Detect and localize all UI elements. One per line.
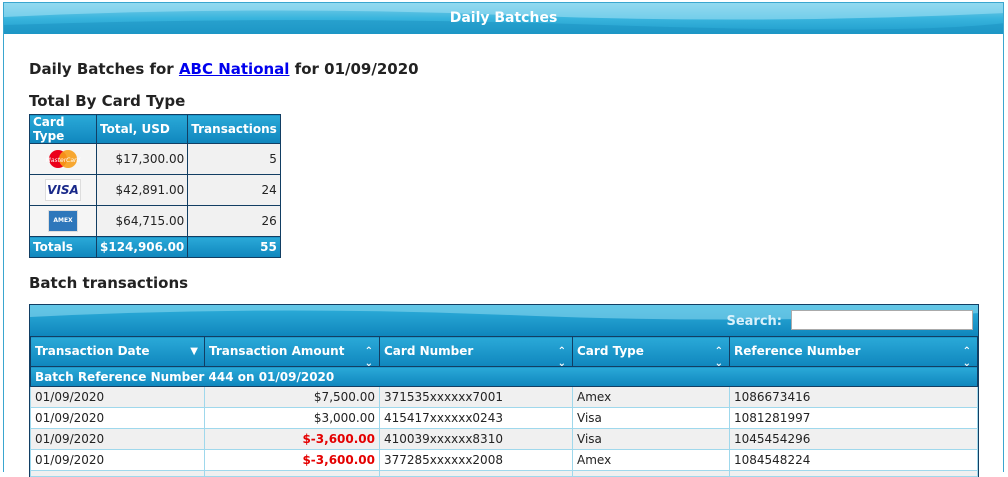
batch-header-row: Transaction Date ▼ Transaction Amount ⌃ ⌄… — [30, 336, 978, 369]
batch-title: Batch transactions — [29, 274, 189, 292]
totals-grand-total: $124,906.00 — [95, 236, 189, 258]
sort-both-icon: ⌃ ⌄ — [557, 346, 566, 369]
totals-row: MasterCard $17,300.00 5 — [29, 143, 281, 175]
date-cell: 01/09/2020 — [30, 449, 205, 471]
card-number-cell: 415417xxxxxx0243 — [379, 407, 573, 429]
date-cell: 01/09/2020 — [30, 386, 205, 408]
heading-suffix: for 01/09/2020 — [289, 60, 419, 78]
amount-cell: $-3,600.00 — [204, 449, 380, 471]
transactions-cell: 5 — [187, 143, 281, 175]
table-row[interactable]: 01/09/2020 $7,500.00 371535xxxxxx7001 Am… — [30, 386, 978, 408]
partial-cell — [572, 470, 730, 477]
table-row[interactable]: 01/09/2020 $3,000.00 415417xxxxxx0243 Vi… — [30, 407, 978, 429]
negative-amount: $-3,600.00 — [302, 432, 375, 446]
sort-desc-icon: ▼ — [190, 346, 198, 357]
panel-title: Daily Batches — [449, 10, 558, 26]
col-transaction-date-label: Transaction Date — [35, 344, 150, 358]
totals-row: AMEX $64,715.00 26 — [29, 205, 281, 237]
totals-table: Card Type Total, USD Transactions Master… — [29, 114, 281, 258]
batch-table: Transaction Date ▼ Transaction Amount ⌃ ⌄… — [30, 336, 978, 477]
table-row[interactable]: 01/09/2020 $-3,600.00 377285xxxxxx2008 A… — [30, 449, 978, 471]
card-type-cell: Amex — [572, 386, 730, 408]
totals-title: Total By Card Type — [29, 92, 186, 110]
batch-group-row: Batch Reference Number 444 on 01/09/2020 — [30, 366, 978, 387]
amex-icon: AMEX — [48, 210, 78, 232]
col-transaction-amount-label: Transaction Amount — [209, 344, 345, 358]
amount-cell: $7,500.00 — [204, 386, 380, 408]
panel-content: Daily Batches for ABC National for 01/09… — [4, 60, 1003, 477]
sort-both-icon: ⌃ ⌄ — [714, 346, 723, 369]
totals-footer-row: Totals $124,906.00 55 — [29, 236, 281, 258]
card-type-cell: Amex — [572, 449, 730, 471]
reference-cell: 1081281997 — [729, 407, 978, 429]
page-heading: Daily Batches for ABC National for 01/09… — [29, 60, 1003, 78]
card-number-cell: 371535xxxxxx7001 — [379, 386, 573, 408]
date-cell: 01/09/2020 — [30, 428, 205, 450]
merchant-link[interactable]: ABC National — [179, 60, 290, 78]
table-row[interactable]: 01/09/2020 $-3,600.00 410039xxxxxx8310 V… — [30, 428, 978, 450]
mastercard-icon: MasterCard — [45, 148, 81, 170]
card-number-cell: 377285xxxxxx2008 — [379, 449, 573, 471]
total-cell: $64,715.00 — [95, 205, 189, 237]
totals-row: VISA $42,891.00 24 — [29, 174, 281, 206]
reference-cell: 1086673416 — [729, 386, 978, 408]
card-type-cell: AMEX — [29, 205, 97, 237]
reference-cell: 1045454296 — [729, 428, 978, 450]
col-card-type-label: Card Type — [577, 344, 644, 358]
heading-prefix: Daily Batches for — [29, 60, 179, 78]
col-transaction-amount[interactable]: Transaction Amount ⌃ ⌄ — [204, 336, 380, 369]
sort-both-icon: ⌃ ⌄ — [364, 346, 373, 369]
total-cell: $17,300.00 — [95, 143, 189, 175]
totals-label: Totals — [29, 236, 97, 258]
col-transaction-date[interactable]: Transaction Date ▼ — [30, 336, 205, 367]
visa-icon: VISA — [45, 179, 81, 201]
totals-grand-transactions: 55 — [187, 236, 281, 258]
col-card-number-label: Card Number — [384, 344, 474, 358]
partial-cell — [204, 470, 380, 477]
negative-amount: $-3,600.00 — [302, 453, 375, 467]
card-number-cell: 410039xxxxxx8310 — [379, 428, 573, 450]
search-bar: Search: — [30, 305, 978, 336]
table-row[interactable] — [30, 470, 978, 477]
date-cell: 01/09/2020 — [30, 407, 205, 429]
search-input[interactable] — [791, 310, 973, 330]
col-card-type[interactable]: Card Type ⌃ ⌄ — [572, 336, 730, 369]
card-type-cell: MasterCard — [29, 143, 97, 175]
panel-header: Daily Batches — [4, 3, 1003, 34]
col-card-number[interactable]: Card Number ⌃ ⌄ — [379, 336, 573, 369]
sort-both-icon: ⌃ ⌄ — [962, 346, 971, 369]
totals-col-total: Total, USD — [95, 114, 189, 144]
mastercard-icon-text: MasterCard — [46, 157, 81, 164]
totals-header-row: Card Type Total, USD Transactions — [29, 114, 281, 144]
transactions-cell: 26 — [187, 205, 281, 237]
daily-batches-panel: Daily Batches Daily Batches for ABC Nati… — [3, 2, 1004, 477]
reference-cell: 1084548224 — [729, 449, 978, 471]
totals-col-transactions: Transactions — [187, 114, 281, 144]
amount-cell: $-3,600.00 — [204, 428, 380, 450]
partial-cell — [729, 470, 978, 477]
totals-col-card-type: Card Type — [29, 114, 97, 144]
card-type-cell: Visa — [572, 407, 730, 429]
card-type-cell: Visa — [572, 428, 730, 450]
total-cell: $42,891.00 — [95, 174, 189, 206]
transactions-cell: 24 — [187, 174, 281, 206]
col-reference-number-label: Reference Number — [734, 344, 861, 358]
amount-cell: $3,000.00 — [204, 407, 380, 429]
card-type-cell: VISA — [29, 174, 97, 206]
batch-table-container: Search: Transaction Date ▼ Transaction A… — [29, 304, 979, 477]
partial-cell — [30, 470, 205, 477]
partial-cell — [379, 470, 573, 477]
batch-group-label: Batch Reference Number 444 on 01/09/2020 — [30, 366, 978, 387]
col-reference-number[interactable]: Reference Number ⌃ ⌄ — [729, 336, 978, 369]
search-label: Search: — [726, 314, 782, 329]
